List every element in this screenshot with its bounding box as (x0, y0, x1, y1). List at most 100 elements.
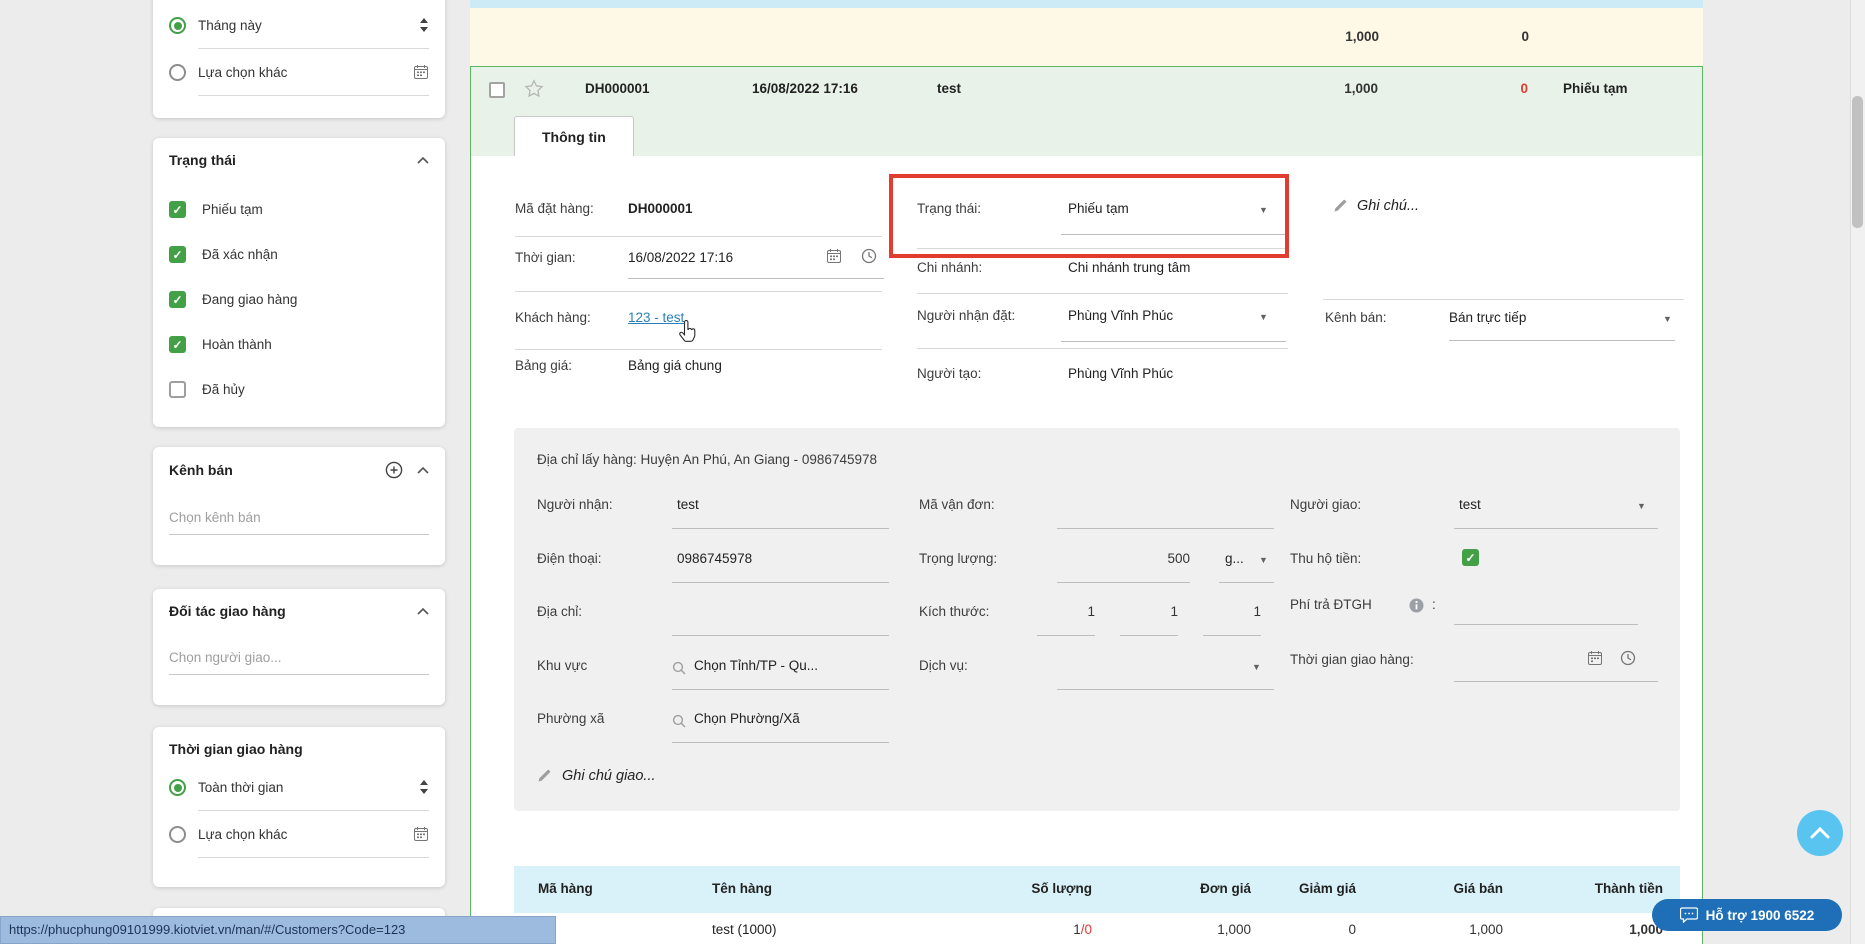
checkbox-unchecked-icon[interactable] (169, 381, 186, 398)
channel-select-input[interactable]: Chọn kênh bán (169, 501, 429, 535)
radio-selected-icon[interactable] (169, 17, 186, 34)
delivery-partner-input[interactable]: Chọn người giao... (169, 641, 429, 675)
info-icon[interactable] (1409, 598, 1424, 613)
delivery-time-all[interactable]: Toàn thời gian (169, 764, 429, 811)
status-filter-item[interactable]: Đã hủy (169, 367, 429, 412)
checkbox-checked-icon[interactable] (169, 201, 186, 218)
price-table-label: Bảng giá: (515, 358, 572, 373)
time-value[interactable]: 16/08/2022 17:16 (628, 250, 733, 265)
calendar-icon[interactable] (1587, 650, 1603, 666)
input-underline (1449, 340, 1675, 341)
product-row[interactable]: test (1000) 1/0 1,000 0 1,000 1,000 (514, 913, 1680, 944)
region-label: Khu vực (537, 658, 587, 673)
ward-select-input[interactable]: Chọn Phường/Xã (694, 711, 800, 726)
tab-thong-tin[interactable]: Thông tin (514, 116, 634, 156)
clock-icon[interactable] (1620, 650, 1636, 666)
tracking-input[interactable] (1057, 528, 1274, 529)
order-row[interactable]: DH000001 16/08/2022 17:16 test 1,000 0 P… (471, 67, 1702, 156)
chevron-up-icon[interactable] (417, 608, 429, 615)
delivery-partner-placeholder: Chọn người giao... (169, 650, 281, 665)
sort-updown-icon[interactable] (419, 18, 429, 32)
scroll-to-top-button[interactable] (1797, 810, 1843, 856)
channel-select-placeholder: Chọn kênh bán (169, 510, 261, 525)
region-select-input[interactable]: Chọn Tỉnh/TP - Qu... (694, 658, 818, 673)
receiver-input[interactable]: test (677, 497, 699, 512)
cod-checkbox-checked[interactable] (1462, 549, 1479, 566)
status-filter-item[interactable]: Đã xác nhận (169, 232, 429, 277)
support-button[interactable]: Hỗ trợ 1900 6522 (1652, 899, 1842, 931)
plus-circle-icon[interactable] (385, 461, 403, 479)
col-product-name: Tên hàng (712, 881, 772, 896)
order-note-input[interactable]: Ghi chú... (1357, 198, 1419, 214)
calendar-icon[interactable] (826, 248, 842, 264)
radio-unselected-icon[interactable] (169, 64, 186, 81)
order-code-label: Mã đặt hàng: (515, 201, 594, 216)
date-filter-other[interactable]: Lựa chọn khác (169, 49, 429, 96)
delivery-time-input[interactable] (1454, 681, 1658, 682)
order-taker-dropdown-value[interactable]: Phùng Vĩnh Phúc (1068, 308, 1173, 323)
chevron-up-icon[interactable] (417, 157, 429, 164)
address-label: Địa chỉ: (537, 604, 582, 619)
radio-selected-icon[interactable] (169, 779, 186, 796)
expanded-order-block: DH000001 16/08/2022 17:16 test 1,000 0 P… (470, 66, 1703, 944)
chevron-down-icon[interactable] (1259, 555, 1268, 565)
checkbox-checked-icon[interactable] (169, 246, 186, 263)
checkbox-label: Đang giao hàng (202, 292, 297, 307)
date-filter-this-month[interactable]: Tháng này (169, 2, 429, 49)
weight-input[interactable]: 500 (1057, 551, 1190, 566)
star-icon[interactable] (523, 78, 545, 100)
deliverer-dropdown-value[interactable]: test (1459, 497, 1481, 512)
divider (917, 293, 1288, 294)
status-filter-item[interactable]: Đang giao hàng (169, 277, 429, 322)
status-filter-item[interactable]: Phiếu tạm (169, 187, 429, 232)
input-underline (1219, 582, 1274, 583)
search-icon (672, 661, 686, 675)
support-label: Hỗ trợ 1900 6522 (1706, 908, 1815, 923)
time-label: Thời gian: (515, 250, 576, 265)
checkbox-label: Đã xác nhận (202, 247, 278, 262)
row-checkbox[interactable] (489, 82, 505, 98)
receiver-label: Người nhận: (537, 497, 613, 512)
chevron-down-icon[interactable] (1259, 312, 1268, 322)
delivery-partner-card: Đối tác giao hàng Chọn người giao... (153, 589, 445, 705)
chevron-down-icon[interactable] (1252, 662, 1261, 672)
calendar-icon[interactable] (413, 826, 429, 842)
scrollbar-thumb[interactable] (1852, 96, 1863, 228)
deliverer-label: Người giao: (1290, 497, 1361, 512)
sale-channel-dropdown-value[interactable]: Bán trực tiếp (1449, 310, 1526, 325)
weight-unit-dropdown[interactable]: g... (1225, 551, 1244, 566)
chevron-up-icon[interactable] (417, 467, 429, 474)
calendar-icon[interactable] (413, 64, 429, 80)
input-underline (1037, 635, 1095, 636)
chevron-down-icon[interactable] (1637, 501, 1646, 511)
clock-icon[interactable] (861, 248, 877, 264)
summary-amount: 0 (1521, 29, 1529, 44)
order-code-value: DH000001 (628, 201, 693, 216)
sort-updown-icon[interactable] (419, 780, 429, 794)
size-input-3[interactable]: 1 (1203, 604, 1261, 619)
checkbox-checked-icon[interactable] (169, 336, 186, 353)
product-unit-price: 1,000 (1217, 922, 1251, 937)
size-input-1[interactable]: 1 (1037, 604, 1095, 619)
sale-channel-label: Kênh bán: (1325, 310, 1387, 325)
status-filter-item[interactable]: Hoàn thành (169, 322, 429, 367)
radio-unselected-icon[interactable] (169, 826, 186, 843)
dtgh-fee-input[interactable] (1454, 624, 1638, 625)
product-table: Mã hàng Tên hàng Số lượng Đơn giá Giảm g… (514, 866, 1680, 944)
size-input-2[interactable]: 1 (1120, 604, 1178, 619)
service-dropdown[interactable] (1057, 689, 1274, 690)
chevron-down-icon[interactable] (1663, 314, 1672, 324)
mouse-cursor-hand (676, 320, 698, 344)
address-input[interactable] (672, 635, 889, 636)
input-underline (1057, 582, 1190, 583)
row-status: Phiếu tạm (1563, 81, 1628, 96)
channel-filter-title: Kênh bán (169, 462, 233, 478)
row-order-code: DH000001 (585, 81, 650, 96)
delivery-time-other[interactable]: Lựa chọn khác (169, 811, 429, 858)
delivery-note-input[interactable]: Ghi chú giao... (562, 768, 656, 784)
checkbox-checked-icon[interactable] (169, 291, 186, 308)
status-filter-title: Trạng thái (169, 152, 236, 168)
weight-label: Trọng lượng: (919, 551, 997, 566)
phone-input[interactable]: 0986745978 (677, 551, 752, 566)
divider (515, 349, 882, 350)
